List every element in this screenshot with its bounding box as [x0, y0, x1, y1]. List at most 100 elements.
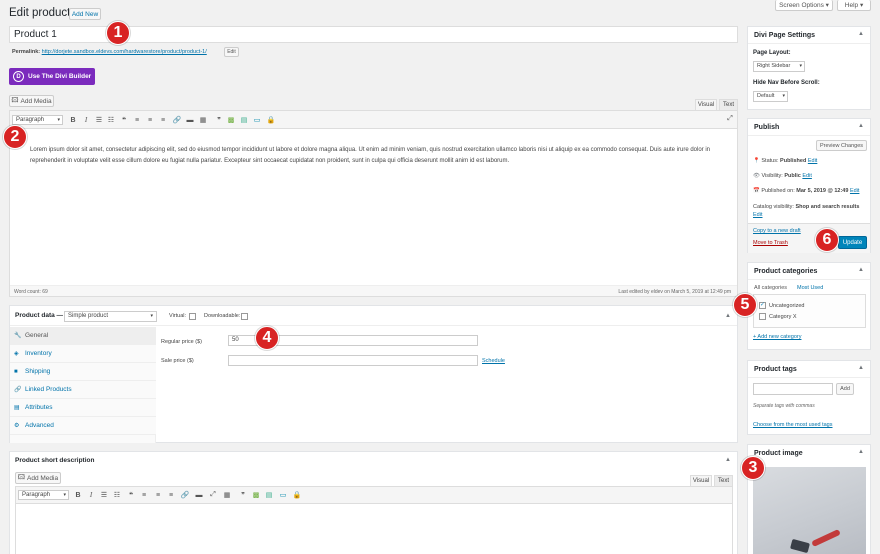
status-row: 📍 Status: Published Edit [753, 158, 818, 164]
divi-collapse-icon[interactable]: ▲ [858, 31, 864, 37]
catalog-edit-link[interactable]: Edit [753, 212, 762, 218]
toolbar-toggle-icon[interactable]: ▦ [222, 490, 232, 500]
product-type-select[interactable]: Simple product ▾ [64, 311, 157, 322]
callout-badge-3: 3 [741, 456, 765, 480]
divider-icon[interactable]: ▭ [252, 115, 262, 125]
editor-content[interactable]: Lorem ipsum dolor sit amet, consectetur … [30, 145, 730, 167]
collapse-icon[interactable]: ▲ [725, 313, 731, 319]
truck-icon: ■ [14, 368, 18, 375]
regular-price-label: Regular price ($) [161, 339, 202, 345]
add-media-button[interactable]: 🖾 Add Media [9, 95, 54, 107]
short-desc-tab-visual[interactable]: Visual [690, 475, 712, 486]
shortcode-icon[interactable]: ❞ [238, 490, 248, 500]
more-tag-icon[interactable]: ▬ [185, 115, 195, 125]
align-right-icon[interactable]: ≡ [166, 490, 176, 500]
tab-most-used[interactable]: Most Used [797, 285, 823, 291]
downloadable-checkbox[interactable] [241, 313, 248, 320]
color-grid-icon[interactable]: ▩ [251, 490, 261, 500]
format-select[interactable]: Paragraph ▾ [12, 115, 63, 125]
add-new-button[interactable]: Add New [69, 8, 101, 20]
align-left-icon[interactable]: ≡ [132, 115, 142, 125]
divider-icon[interactable]: ▭ [278, 490, 288, 500]
blockquote-icon[interactable]: ❝ [119, 115, 129, 125]
checkbox-checked-icon[interactable]: ✓ [759, 302, 766, 309]
sale-price-input[interactable] [228, 355, 478, 366]
tab-attributes[interactable]: ▤ Attributes [10, 399, 156, 417]
table-icon[interactable]: ▤ [264, 490, 274, 500]
lock-icon[interactable]: 🔒 [266, 115, 276, 125]
fullscreen-icon[interactable]: ⤢ [208, 490, 218, 500]
toolbar-toggle-icon[interactable]: ▦ [198, 115, 208, 125]
blockquote-icon[interactable]: ❝ [126, 490, 136, 500]
short-desc-tab-text[interactable]: Text [714, 475, 733, 486]
align-left-icon[interactable]: ≡ [139, 490, 149, 500]
shortcode-icon[interactable]: ❞ [214, 115, 224, 125]
product-data-panel: Product data — Simple product ▾ Virtual: … [9, 305, 738, 443]
tags-collapse-icon[interactable]: ▲ [858, 365, 864, 371]
color-grid-icon[interactable]: ▩ [226, 115, 236, 125]
callout-badge-4: 4 [255, 326, 279, 350]
move-trash-link[interactable]: Move to Trash [753, 240, 788, 246]
table-icon[interactable]: ▤ [239, 115, 249, 125]
link-icon[interactable]: 🔗 [180, 490, 190, 500]
bullet-list-icon[interactable]: ☰ [99, 490, 109, 500]
tab-advanced[interactable]: ⚙ Advanced [10, 417, 156, 435]
numbered-list-icon[interactable]: ☷ [112, 490, 122, 500]
permalink-link[interactable]: http://dorjete.sandbox.eldevs.com/hardwa… [42, 49, 207, 55]
italic-icon[interactable]: I [86, 490, 96, 500]
short-desc-collapse-icon[interactable]: ▲ [725, 457, 731, 463]
post-title-text: Product 1 [14, 29, 57, 40]
category-item[interactable]: ✓ Uncategorized [759, 302, 804, 309]
permalink-edit-button[interactable]: Edit [224, 47, 239, 57]
align-center-icon[interactable]: ≡ [153, 490, 163, 500]
page-layout-select[interactable]: Right Sidebar ▾ [753, 61, 805, 72]
tab-shipping[interactable]: ■ Shipping [10, 363, 156, 381]
hide-nav-select[interactable]: Default ▾ [753, 91, 788, 102]
tab-all-categories[interactable]: All categories [754, 285, 787, 291]
publish-panel: Publish ▲ Preview Changes 📍 Status: Publ… [747, 118, 871, 253]
align-right-icon[interactable]: ≡ [158, 115, 168, 125]
editor-tab-visual[interactable]: Visual [695, 99, 717, 110]
tab-linked-products[interactable]: 🔗 Linked Products [10, 381, 156, 399]
add-tag-button[interactable]: Add [836, 383, 854, 395]
bold-icon[interactable]: B [73, 490, 83, 500]
update-button[interactable]: Update [838, 236, 867, 249]
product-image-thumbnail[interactable] [753, 467, 866, 554]
numbered-list-icon[interactable]: ☷ [106, 115, 116, 125]
checkbox-icon[interactable] [759, 313, 766, 320]
italic-icon[interactable]: I [81, 115, 91, 125]
categories-collapse-icon[interactable]: ▲ [858, 267, 864, 273]
add-category-link[interactable]: + Add new category [753, 334, 801, 340]
bullet-list-icon[interactable]: ☰ [94, 115, 104, 125]
image-collapse-icon[interactable]: ▲ [858, 449, 864, 455]
help-button[interactable]: Help ▾ [837, 0, 871, 11]
choose-tags-link[interactable]: Choose from the most used tags [753, 422, 832, 428]
align-center-icon[interactable]: ≡ [145, 115, 155, 125]
status-edit-link[interactable]: Edit [808, 158, 817, 164]
calendar-icon: 📅 [753, 188, 760, 194]
short-desc-add-media-button[interactable]: 🖾 Add Media [15, 472, 61, 484]
screen-options-button[interactable]: Screen Options ▾ [775, 0, 833, 11]
tab-general[interactable]: 🔧 General [10, 327, 156, 345]
tag-input[interactable] [753, 383, 833, 395]
short-desc-editor[interactable] [15, 504, 733, 554]
virtual-checkbox[interactable] [189, 313, 196, 320]
editor-tab-text[interactable]: Text [719, 99, 738, 110]
visibility-edit-link[interactable]: Edit [802, 173, 811, 179]
divi-builder-button[interactable]: D Use The Divi Builder [9, 68, 95, 85]
category-item[interactable]: Category X [759, 313, 797, 320]
copy-draft-link[interactable]: Copy to a new draft [753, 228, 801, 234]
more-tag-icon[interactable]: ▬ [194, 490, 204, 500]
fullscreen-icon[interactable]: ⤢ [725, 114, 735, 124]
short-desc-format-select[interactable]: Paragraph ▾ [18, 490, 69, 500]
lock-icon[interactable]: 🔒 [292, 490, 302, 500]
pin-icon: 📍 [753, 158, 760, 164]
preview-changes-button[interactable]: Preview Changes [816, 140, 867, 151]
link-icon[interactable]: 🔗 [172, 115, 182, 125]
publish-collapse-icon[interactable]: ▲ [858, 123, 864, 129]
tab-inventory[interactable]: ◈ Inventory [10, 345, 156, 363]
schedule-link[interactable]: Schedule [482, 358, 505, 364]
bold-icon[interactable]: B [68, 115, 78, 125]
divi-builder-label: Use The Divi Builder [28, 73, 92, 80]
date-edit-link[interactable]: Edit [850, 188, 859, 194]
